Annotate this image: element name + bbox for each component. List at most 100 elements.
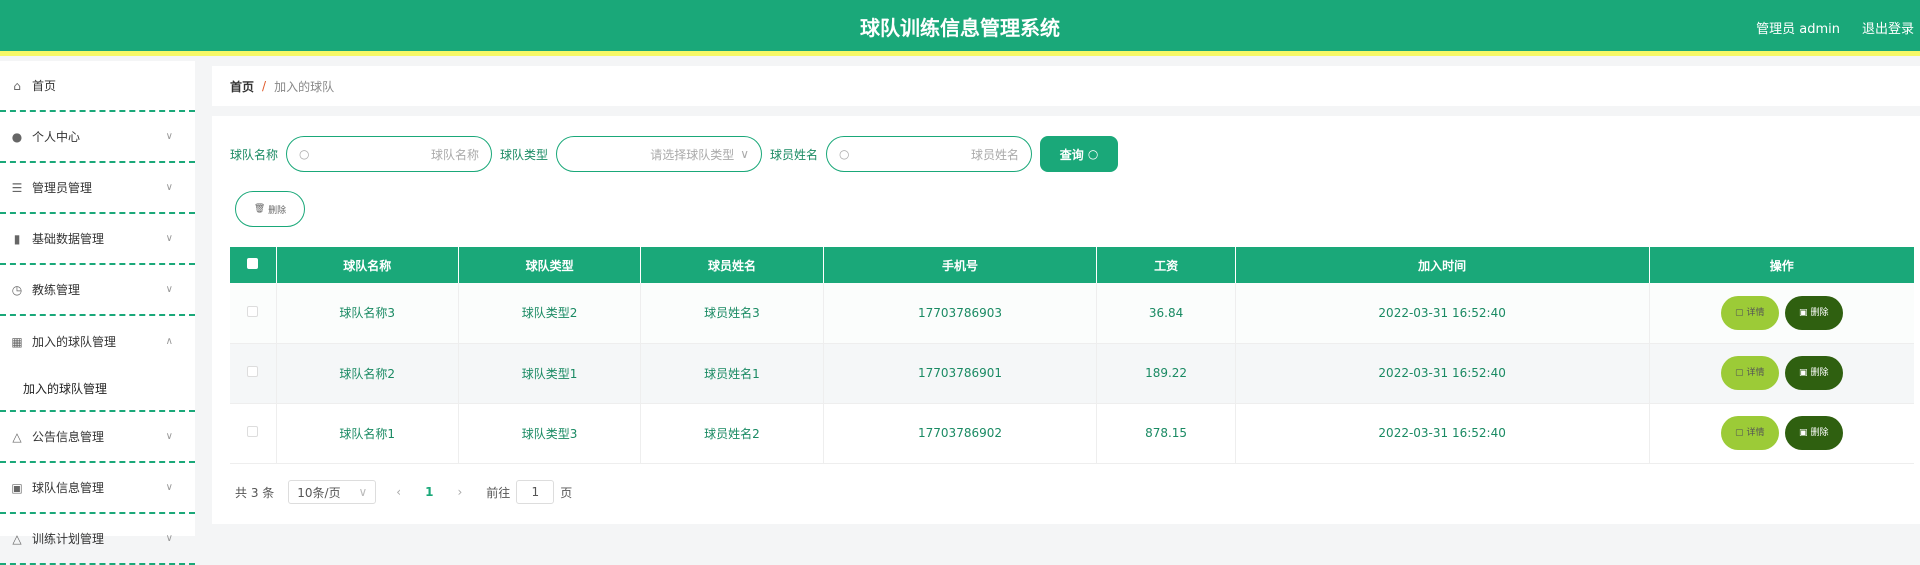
logout-link[interactable]: 退出登录 (1862, 18, 1914, 37)
table-cell: 2022-03-31 16:52:40 (1235, 403, 1650, 464)
chevron-down-icon: ∨ (165, 182, 173, 193)
col-header[interactable]: 手机号 (823, 247, 1098, 283)
trash-icon: ▣ (1799, 307, 1808, 318)
app-title: 球队训练信息管理系统 (860, 16, 1060, 40)
player-name-input[interactable]: ○ 球员姓名 (826, 136, 1033, 172)
col-header[interactable]: 球队名称 (276, 247, 459, 283)
breadcrumb-home[interactable]: 首页 (230, 78, 254, 95)
sidebar-item-label: 基础数据管理 (32, 232, 105, 246)
total-count: 共 3 条 (235, 485, 275, 500)
table-cell: 17703786901 (823, 343, 1098, 404)
placeholder: 请选择球队类型 (650, 147, 735, 162)
table-cell: 2022-03-31 16:52:40 (1235, 343, 1650, 404)
goto-page-input[interactable]: 1 (516, 480, 555, 504)
clipboard-icon: ▮ (13, 231, 21, 246)
sidebar-item-admin[interactable]: ☰ 管理员管理 ∨ (0, 163, 195, 214)
sidebar-item-notice[interactable]: △ 公告信息管理 ∨ (0, 412, 195, 463)
sidebar: ⌂ 首页 ● 个人中心 ∨ ☰ 管理员管理 ∨ ▮ 基础数据管理 ∨ ◷ 教练管理 ∨ ▦ 加入的球… (0, 61, 195, 565)
sidebar-item-joined-team[interactable]: ▦ 加入的球队管理 ∧ (0, 316, 195, 367)
sidebar-subitem-joined-team[interactable]: 加入的球队管理 (0, 367, 195, 412)
col-header[interactable]: 球队类型 (458, 247, 642, 283)
row-checkbox[interactable] (247, 305, 259, 317)
bell-icon: △ (12, 429, 22, 444)
table-cell: 878.15 (1096, 403, 1236, 464)
detail-button[interactable]: ▢ 详情 (1720, 416, 1779, 450)
team-type-label: 球队类型 (500, 147, 549, 162)
detail-label: 详情 (1746, 307, 1765, 318)
table-row: 球队名称1 球队类型3 球员姓名2 17703786902 878.15 2022-03-… (230, 403, 1914, 464)
sidebar-item-label: 公告信息管理 (32, 430, 105, 444)
row-checkbox[interactable] (247, 366, 259, 377)
page-number[interactable]: 1 (425, 485, 433, 499)
chevron-down-icon: ∨ (165, 131, 173, 142)
sliders-icon: ☰ (11, 180, 23, 195)
delete-button[interactable]: ▣ 删除 (1784, 295, 1843, 330)
sidebar-item-training-plan[interactable]: △ 训练计划管理 ∨ (0, 514, 195, 565)
row-checkbox[interactable] (247, 426, 259, 437)
delete-label: 删除 (268, 205, 287, 216)
detail-icon: ▢ (1735, 428, 1744, 438)
col-header[interactable]: 球员姓名 (640, 247, 824, 283)
detail-label: 详情 (1746, 368, 1765, 378)
sidebar-item-label: 球队信息管理 (32, 481, 105, 495)
placeholder: 球队名称 (431, 147, 480, 162)
sidebar-item-label: 管理员管理 (32, 181, 93, 195)
detail-label: 详情 (1746, 428, 1765, 438)
team-name-input[interactable]: ○ 球队名称 (286, 136, 493, 172)
prev-page-button[interactable]: ‹ (396, 485, 401, 499)
user-icon: ● (11, 129, 23, 144)
detail-icon: ▢ (1735, 368, 1744, 378)
select-all-checkbox[interactable] (247, 258, 259, 269)
table-cell: 17703786902 (823, 403, 1098, 464)
col-header[interactable]: 加入时间 (1235, 247, 1650, 283)
trash-icon: ▣ (1799, 428, 1808, 438)
col-header: 操作 (1649, 247, 1914, 283)
row-select-cell (230, 283, 277, 344)
breadcrumb-separator: / (262, 79, 267, 93)
home-icon: ⌂ (13, 78, 21, 93)
row-select-cell (230, 403, 277, 464)
table-cell: 36.84 (1096, 283, 1236, 344)
chevron-up-icon: ∧ (165, 336, 173, 347)
sidebar-item-label: 加入的球队管理 (32, 335, 117, 349)
table-cell: 球员姓名2 (640, 403, 824, 464)
pagination: 共 3 条 10条/页 ∨ ‹ 1 › 前往 1 页 (235, 480, 572, 504)
select-all-header (230, 247, 277, 283)
sidebar-item-profile[interactable]: ● 个人中心 ∨ (0, 112, 195, 163)
next-page-button[interactable]: › (457, 485, 462, 499)
trash-icon: 🗑 (253, 204, 266, 214)
detail-button[interactable]: ▢ 详情 (1720, 295, 1779, 330)
sidebar-item-home[interactable]: ⌂ 首页 (0, 61, 195, 112)
page-size-select[interactable]: 10条/页 ∨ (288, 480, 377, 504)
chevron-down-icon: ∨ (165, 431, 173, 442)
sidebar-item-label: 训练计划管理 (32, 532, 105, 546)
table-cell: 球队名称3 (276, 283, 459, 344)
table-cell: 球队类型1 (458, 343, 642, 404)
query-button[interactable]: 查询 ○ (1040, 136, 1119, 172)
col-header[interactable]: 工资 (1096, 247, 1236, 283)
search-bar: 球队名称 ○ 球队名称 球队类型 请选择球队类型 ∨ 球员姓名 ○ 球员姓名 查询 ○ (230, 136, 1119, 172)
bell-icon: △ (12, 531, 22, 546)
delete-label: 删除 (1810, 428, 1829, 438)
sidebar-item-coach[interactable]: ◷ 教练管理 ∨ (0, 265, 195, 316)
delete-button[interactable]: ▣ 删除 (1784, 416, 1843, 450)
table-cell: 17703786903 (823, 283, 1098, 344)
detail-button[interactable]: ▢ 详情 (1720, 356, 1779, 390)
team-type-select[interactable]: 请选择球队类型 ∨ (556, 136, 763, 172)
table-cell: 球队名称2 (276, 343, 459, 404)
query-label: 查询 (1059, 147, 1084, 162)
breadcrumb-current: 加入的球队 (274, 79, 335, 94)
player-name-label: 球员姓名 (770, 147, 819, 162)
chevron-down-icon: ∨ (165, 482, 173, 493)
top-header: 球队训练信息管理系统 管理员 admin 退出登录 (0, 0, 1920, 56)
sidebar-item-basic-data[interactable]: ▮ 基础数据管理 ∨ (0, 214, 195, 265)
delete-button[interactable]: ▣ 删除 (1784, 356, 1843, 390)
chevron-down-icon: ∨ (165, 233, 173, 244)
chevron-down-icon: ∨ (165, 533, 173, 544)
grid-icon: ▦ (11, 334, 23, 349)
table-row: 球队名称3 球队类型2 球员姓名3 17703786903 36.84 2022-03-3… (230, 283, 1914, 344)
table-cell: 球队类型2 (458, 283, 642, 344)
sidebar-item-team-info[interactable]: ▣ 球队信息管理 ∨ (0, 463, 195, 514)
placeholder: 球员姓名 (971, 147, 1020, 162)
batch-delete-button[interactable]: 🗑 删除 (235, 191, 305, 227)
